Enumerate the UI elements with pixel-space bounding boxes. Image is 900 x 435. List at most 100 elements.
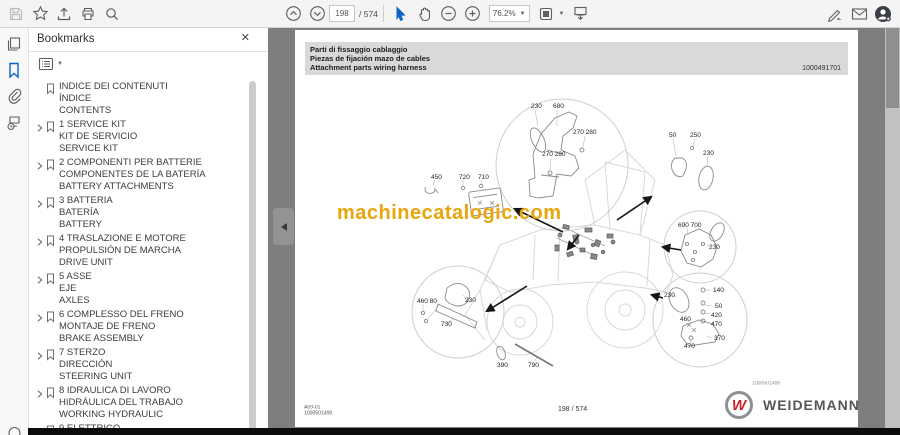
chevron-down-icon: ▼ (57, 61, 63, 67)
expander-chevron-icon[interactable] (35, 347, 46, 366)
signatures-panel-icon[interactable] (0, 109, 28, 135)
document-scrollbar[interactable] (885, 27, 900, 435)
bookmark-icon (46, 347, 59, 366)
expander-chevron-icon[interactable] (35, 195, 46, 214)
part-callout: 270 280 (542, 151, 566, 158)
print-icon[interactable] (76, 2, 100, 26)
save-icon[interactable] (4, 2, 28, 26)
part-callout: 230 (531, 103, 542, 110)
bookmark-icon (46, 157, 59, 176)
bookmark-label: 1 SERVICE KIT KIT DE SERVICIO SERVICE KIT (59, 119, 138, 154)
toolbar: / 574 76.2% ▼ ▼ (0, 0, 900, 28)
bookmark-item[interactable]: 2 COMPONENTI PER BATTERIE COMPONENTES DE … (29, 157, 255, 193)
next-page-icon[interactable] (305, 2, 329, 26)
search-icon[interactable] (100, 2, 124, 26)
expander-chevron-icon[interactable] (35, 309, 46, 328)
bookmark-item[interactable]: 7 STERZO DIRECCIÓN STEERING UNIT (29, 347, 255, 383)
zoom-out-icon[interactable] (437, 2, 461, 26)
part-callout: 50 (669, 132, 677, 139)
bookmark-item[interactable]: INDICE DEI CONTENUTI ÍNDICE CONTENTS (29, 81, 255, 117)
document-scrollbar-thumb[interactable] (886, 28, 899, 108)
scrolling-view-icon[interactable] (569, 2, 593, 26)
part-callout: 230 (465, 297, 476, 304)
bookmark-item[interactable]: 3 BATTERIA BATERÍA BATTERY (29, 195, 255, 231)
bookmark-item[interactable]: 5 ASSE EJE AXLES (29, 271, 255, 307)
collapse-panel-handle[interactable] (273, 208, 294, 245)
toolbar-left-group (4, 0, 124, 27)
pdf-reader-window: { "toolbar": { "page_current": "198", "p… (0, 0, 900, 435)
upload-share-icon[interactable] (52, 2, 76, 26)
page-fit-view-icon[interactable] (534, 2, 558, 26)
bookmark-label: INDICE DEI CONTENUTI ÍNDICE CONTENTS (59, 81, 168, 116)
bookmarks-panel-header: Bookmarks ✕ (29, 27, 268, 52)
chevron-down-icon: ▼ (519, 10, 526, 17)
expander-chevron-icon[interactable] (35, 233, 46, 252)
bookmarks-panel-title: Bookmarks (37, 33, 95, 45)
bookmark-icon (46, 81, 59, 100)
part-callout: 720 (459, 174, 470, 181)
bookmarks-options-row: ▼ (35, 55, 66, 73)
part-callout: 690 700 (678, 222, 702, 229)
email-icon[interactable] (847, 2, 871, 26)
bookmarks-list: INDICE DEI CONTENUTI ÍNDICE CONTENTS 1 SERV… (29, 77, 255, 435)
part-callout: 50 (715, 303, 723, 310)
brand-logo: W WEIDEMANN (725, 391, 858, 419)
toolbar-divider (382, 5, 384, 22)
page-thumbnails-panel-icon[interactable] (0, 31, 28, 57)
chevron-left-icon (280, 222, 287, 231)
bookmark-item[interactable]: 6 COMPLESSO DEL FRENO MONTAJE DE FRENO BRA… (29, 309, 255, 345)
page-number-input[interactable] (329, 5, 355, 22)
expander-chevron-icon[interactable] (35, 385, 46, 404)
expander-chevron-icon[interactable] (35, 119, 46, 138)
bookmark-label: 8 IDRAULICA DI LAVORO HIDRÁULICA DEL TRAB… (59, 385, 184, 420)
bookmark-label: 3 BATTERIA BATERÍA BATTERY (59, 195, 113, 230)
star-icon[interactable] (28, 2, 52, 26)
bookmarks-scrollbar[interactable] (249, 81, 256, 431)
part-callout: 270 280 (573, 129, 597, 136)
part-callout: 420 (711, 312, 722, 319)
bookmark-item[interactable]: 4 TRASLAZIONE E MOTORE PROPULSIÓN DE MARC… (29, 233, 255, 269)
part-callout: 460 80 (417, 298, 437, 305)
hand-tool-icon[interactable] (413, 2, 437, 26)
bookmark-label: 5 ASSE EJE AXLES (59, 271, 92, 306)
select-tool-icon[interactable] (389, 2, 413, 26)
chevron-down-icon[interactable]: ▼ (559, 11, 565, 17)
zoom-level-dropdown[interactable]: 76.2% ▼ (488, 5, 530, 22)
part-callout: 450 (431, 174, 442, 181)
bookmarks-panel-icon[interactable] (0, 57, 28, 83)
part-callout: 790 (528, 362, 539, 369)
bookmark-label: 2 COMPONENTI PER BATTERIE COMPONENTES DE … (59, 157, 206, 192)
fill-sign-pen-icon[interactable] (823, 2, 847, 26)
bookmark-item[interactable]: 8 IDRAULICA DI LAVORO HIDRÁULICA DEL TRAB… (29, 385, 255, 421)
previous-page-icon[interactable] (281, 2, 305, 26)
bookmark-label: 7 STERZO DIRECCIÓN STEERING UNIT (59, 347, 133, 382)
part-callout: 230 (709, 244, 720, 251)
expander-chevron-icon[interactable] (35, 157, 46, 176)
part-callout: 390 (497, 362, 508, 369)
bookmark-icon (46, 233, 59, 252)
part-callout: 680 (553, 103, 564, 110)
bookmark-options-button[interactable]: ▼ (35, 55, 66, 73)
bottom-black-bar (28, 428, 900, 435)
bookmarks-panel: Bookmarks ✕ ▼ INDICE DEI CONTENUTI ÍNDICE… (29, 27, 268, 435)
partial-panel-icon[interactable] (0, 418, 28, 435)
bookmark-icon (46, 309, 59, 328)
zoom-level-value: 76.2% (492, 9, 516, 18)
attachments-panel-icon[interactable] (0, 83, 28, 109)
bookmark-label: 4 TRASLAZIONE E MOTORE PROPULSIÓN DE MARC… (59, 233, 186, 268)
bookmark-label: 6 COMPLESSO DEL FRENO MONTAJE DE FRENO BRA… (59, 309, 184, 344)
document-area: Parti di fissaggio cablaggio Piezas de f… (268, 27, 885, 435)
toolbar-center-group: / 574 76.2% ▼ ▼ (281, 0, 593, 27)
bookmark-icon (46, 385, 59, 404)
expander-chevron-icon[interactable] (35, 271, 46, 290)
page-total-label: / 574 (359, 8, 378, 19)
close-icon[interactable]: ✕ (241, 31, 250, 44)
zoom-in-icon[interactable] (461, 2, 485, 26)
watermark-text: machinecatalogic.com (337, 202, 562, 224)
bookmark-item[interactable]: 1 SERVICE KIT KIT DE SERVICIO SERVICE KIT (29, 119, 255, 155)
user-profile-icon[interactable] (871, 2, 895, 26)
part-callout: 370 (714, 335, 725, 342)
brand-badge-icon: W (725, 391, 753, 419)
brand-name: WEIDEMANN (763, 397, 858, 413)
footer-number-line: 1000501490 (304, 410, 333, 417)
